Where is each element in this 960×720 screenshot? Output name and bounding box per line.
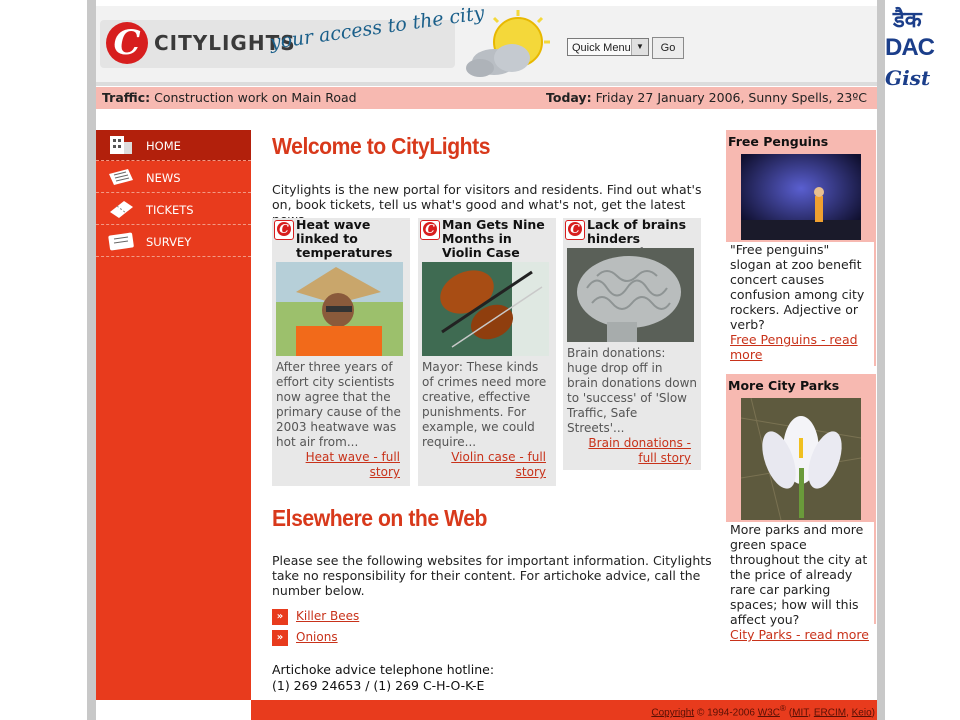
double-arrow-icon: » xyxy=(272,609,288,625)
sidebar-nav: HOME NEWS TICKETS SURVEY xyxy=(96,130,251,700)
site-logo[interactable]: C CITYLIGHTS your access to the city xyxy=(100,6,486,68)
box-text: "Free penguins" slogan at zoo benefit co… xyxy=(726,242,874,366)
copyright-link[interactable]: Copyright xyxy=(651,707,694,718)
ticket-icon xyxy=(110,201,133,218)
building-icon xyxy=(110,136,132,154)
registered-mark: ® xyxy=(779,703,787,713)
sidebar-item-news[interactable]: NEWS xyxy=(96,162,251,193)
violin-case-link[interactable]: Violin case - full story xyxy=(436,450,546,480)
site-footer: Copyright © 1994-2006 W3C® (MIT, ERCIM, … xyxy=(251,700,877,720)
sidebar-item-label: TICKETS xyxy=(146,203,194,217)
news-summary: Brain donations: huge drop off in brain … xyxy=(567,346,698,435)
citylights-c-icon: C xyxy=(565,220,585,240)
sidebar-item-label: SURVEY xyxy=(146,235,192,249)
survey-icon xyxy=(108,232,134,251)
sidebar-item-label: HOME xyxy=(146,139,181,153)
citylights-page: C CITYLIGHTS your access to the city Qui… xyxy=(96,6,877,720)
news-card: C Lack of brains hinders research Brain … xyxy=(563,218,701,470)
city-parks-box: More City Parks More parks and more gree… xyxy=(726,374,876,642)
chevron-down-icon[interactable]: ▼ xyxy=(631,39,648,55)
box-description: "Free penguins" slogan at zoo benefit co… xyxy=(730,242,865,332)
elsewhere-text: Please see the following websites for im… xyxy=(272,553,712,598)
elsewhere-heading: Elsewhere on the Web xyxy=(272,505,488,531)
news-summary: Mayor: These kinds of crimes need more c… xyxy=(422,360,547,449)
sidebar-item-label: NEWS xyxy=(146,171,181,185)
link-item-killer-bees[interactable]: » Killer Bees xyxy=(272,608,392,626)
citylights-c-icon: C xyxy=(106,22,148,64)
today-info: Today: Friday 27 January 2006, Sunny Spe… xyxy=(546,87,867,109)
info-bar: Traffic: Construction work on Main Road … xyxy=(96,87,877,109)
hotline-label: Artichoke advice telephone hotline: xyxy=(272,662,495,677)
cdac-text: DAC xyxy=(885,34,935,61)
tagline: your access to the city xyxy=(268,6,486,54)
traffic-info: Traffic: Construction work on Main Road xyxy=(102,87,357,109)
copyright-years: © 1994-2006 xyxy=(696,707,755,719)
link-item-onions[interactable]: » Onions xyxy=(272,629,392,647)
news-title: Man Gets Nine Months in Violin Case xyxy=(442,217,545,260)
quick-menu-value: Quick Menu xyxy=(572,42,631,54)
citylights-c-icon: C xyxy=(274,220,294,240)
keio-link[interactable]: Keio xyxy=(852,707,872,718)
site-header: C CITYLIGHTS your access to the city Qui… xyxy=(96,6,877,86)
quick-menu-select[interactable]: Quick Menu ▼ xyxy=(567,38,649,56)
brain-photo xyxy=(567,248,694,342)
box-title: More City Parks xyxy=(728,378,840,393)
hotline-number: (1) 269 24653 / (1) 269 C-H-O-K-E xyxy=(272,678,485,693)
newspaper-icon xyxy=(109,169,133,185)
heat-wave-photo xyxy=(276,262,403,356)
crocus-flower-photo xyxy=(741,398,861,520)
today-label: Today: xyxy=(545,90,592,105)
mit-link[interactable]: MIT xyxy=(792,707,808,718)
go-button[interactable]: Go xyxy=(652,37,684,59)
w3c-link[interactable]: W3C xyxy=(758,707,780,718)
news-summary: After three years of effort city scienti… xyxy=(276,360,401,449)
today-text: Friday 27 January 2006, Sunny Spells, 23… xyxy=(595,90,867,105)
sidebar-item-home[interactable]: HOME xyxy=(96,130,251,161)
sidebar-item-tickets[interactable]: TICKETS xyxy=(96,194,251,225)
copyright-notice: Copyright © 1994-2006 W3C® (MIT, ERCIM, … xyxy=(651,703,875,719)
brain-donations-link[interactable]: Brain donations - full story xyxy=(581,436,691,466)
news-card: C Man Gets Nine Months in Violin Case Ma… xyxy=(418,218,556,486)
citylights-c-icon: C xyxy=(420,220,440,240)
sidebar-item-survey[interactable]: SURVEY xyxy=(96,226,251,257)
city-parks-link[interactable]: City Parks - read more xyxy=(730,627,869,642)
ercim-link[interactable]: ERCIM xyxy=(814,707,846,718)
violin-case-photo xyxy=(422,262,549,356)
traffic-text: Construction work on Main Road xyxy=(154,90,357,105)
sunny-spells-weather-icon xyxy=(466,10,550,77)
cdac-gist-logo: डैक DAC Gist xyxy=(885,0,960,100)
gist-text: Gist xyxy=(885,66,931,90)
window-frame-right xyxy=(877,0,885,720)
free-penguins-box: Free Penguins "Free penguins" slogan at … xyxy=(726,130,876,366)
free-penguins-link[interactable]: Free Penguins - read more xyxy=(730,332,858,362)
welcome-heading: Welcome to CityLights xyxy=(272,133,491,159)
onions-link[interactable]: Onions xyxy=(296,630,338,644)
box-text: More parks and more green space througho… xyxy=(726,522,874,642)
heat-wave-link[interactable]: Heat wave - full story xyxy=(290,450,400,480)
window-frame-left xyxy=(87,0,96,720)
news-title: Heat wave linked to temperatures xyxy=(296,217,393,260)
traffic-label: Traffic: xyxy=(102,90,151,105)
box-title: Free Penguins xyxy=(728,134,829,149)
penguin-concert-photo xyxy=(741,154,861,240)
cdac-hindi-text: डैक xyxy=(893,8,922,33)
news-card: C Heat wave linked to temperatures After… xyxy=(272,218,410,486)
box-description: More parks and more green space througho… xyxy=(730,522,868,627)
double-arrow-icon: » xyxy=(272,630,288,646)
killer-bees-link[interactable]: Killer Bees xyxy=(296,609,359,623)
